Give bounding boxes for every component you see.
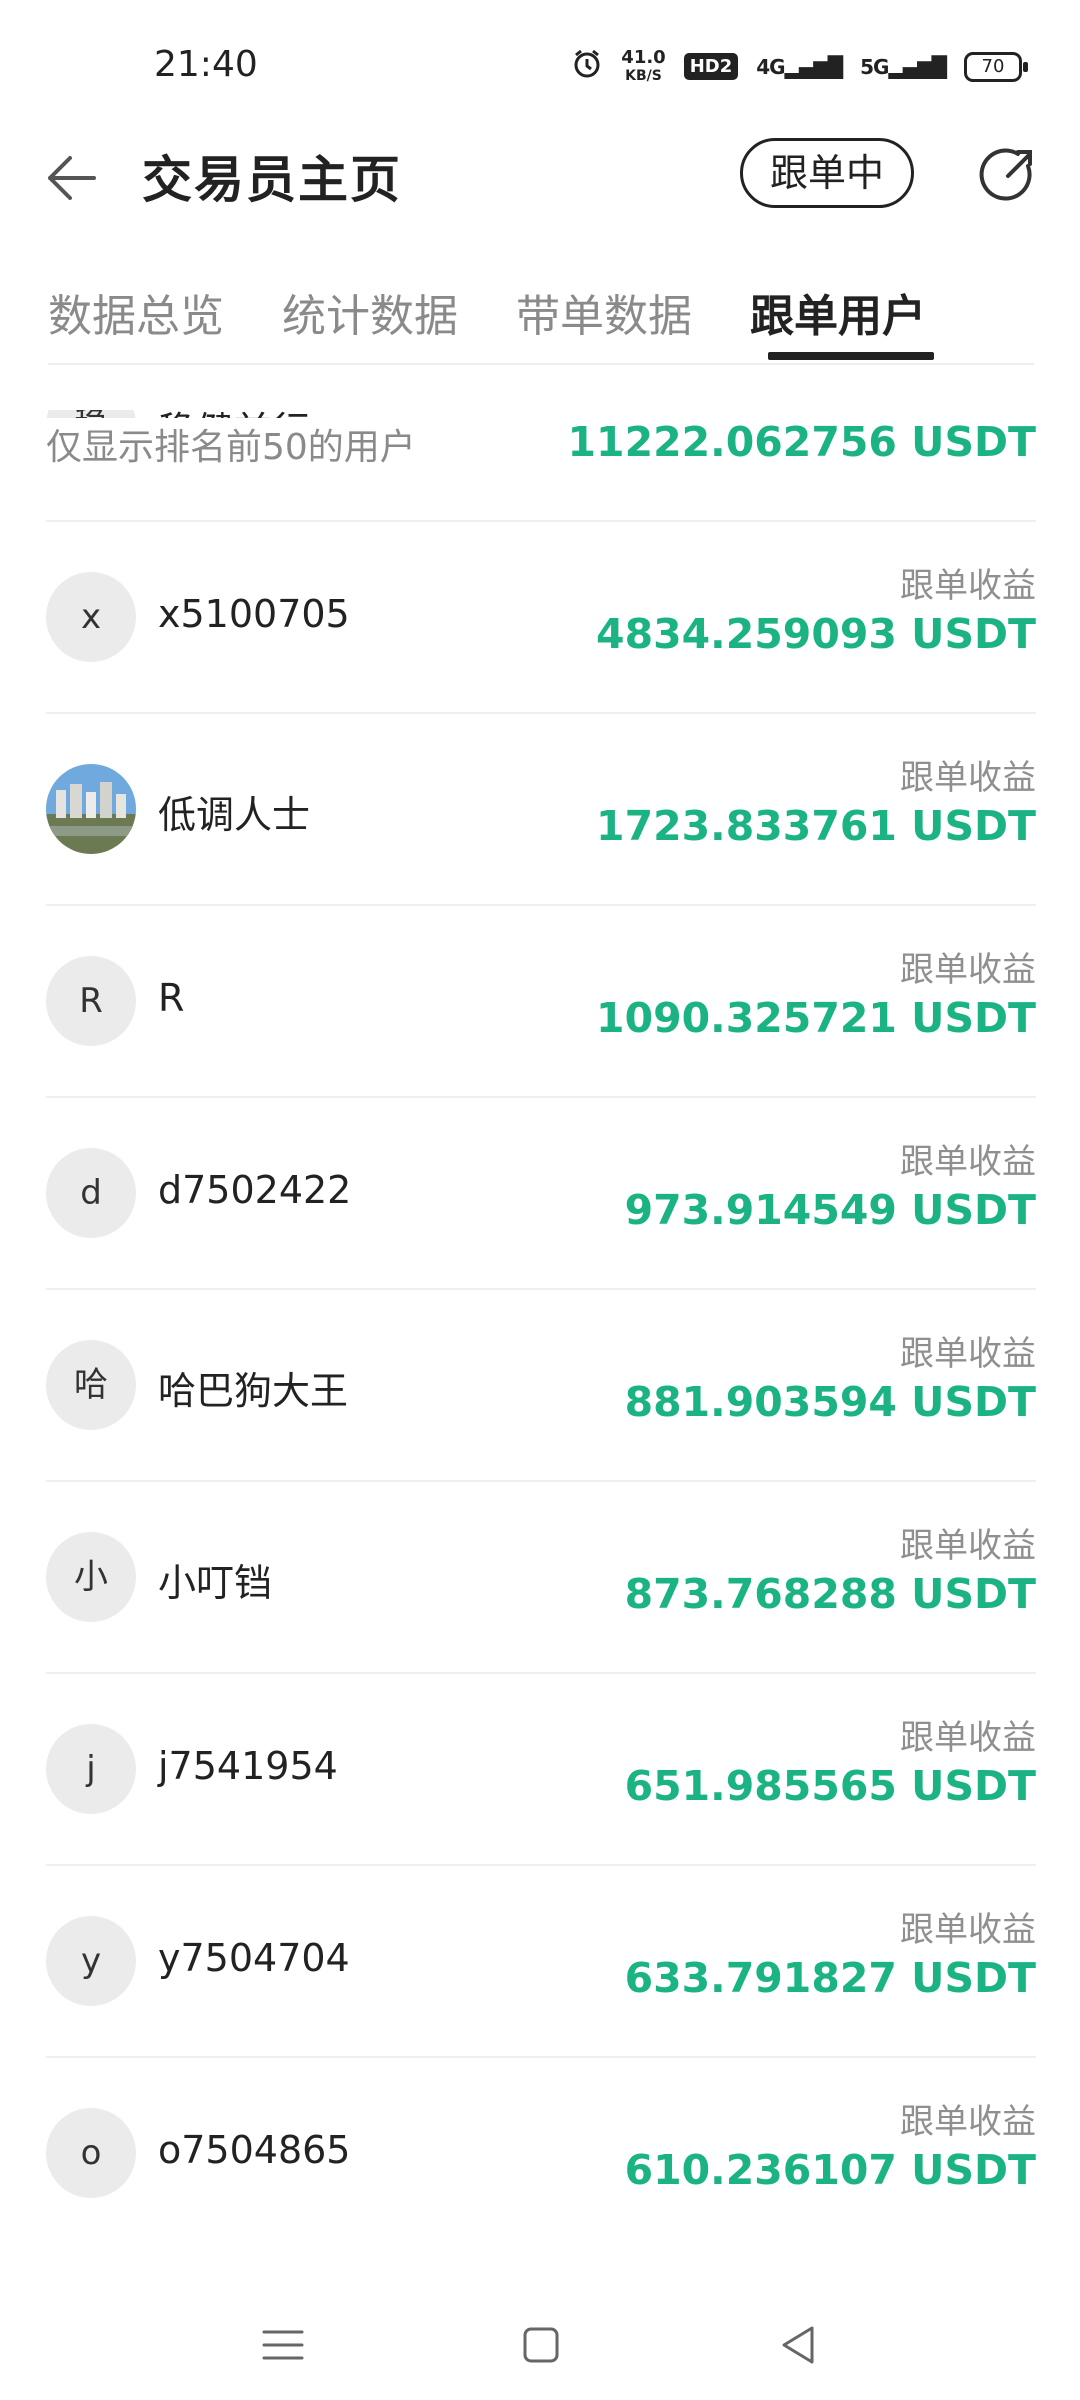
net-speed: 41.0 KB/S — [621, 46, 666, 84]
follower-list[interactable]: 稳 稳健前行 跟单收益 11222.062756 USDT x x5100705… — [0, 410, 1080, 2290]
earnings-label: 跟单收益 — [900, 410, 1036, 415]
earnings-label: 跟单收益 — [900, 1910, 1036, 1950]
user-name: R — [158, 976, 185, 1020]
list-note: 仅显示排名前50的用户 — [46, 418, 416, 470]
tab-lead-data[interactable]: 带单数据 — [516, 280, 692, 344]
list-item[interactable]: o o7504865 跟单收益 610.236107 USDT — [46, 2058, 1036, 2250]
back-nav-button[interactable] — [774, 2320, 824, 2370]
earnings-label: 跟单收益 — [900, 758, 1036, 798]
earnings-amount: 633.791827 USDT — [624, 1954, 1036, 2002]
tab-bar: 数据总览 统计数据 带单数据 跟单用户 — [0, 270, 1080, 366]
list-item[interactable]: x x5100705 跟单收益 4834.259093 USDT — [46, 522, 1036, 714]
tab-followers[interactable]: 跟单用户 — [750, 280, 926, 344]
page-title: 交易员主页 — [142, 151, 402, 209]
menu-icon — [262, 2330, 304, 2360]
share-button[interactable] — [978, 144, 1040, 206]
earnings-amount: 1090.325721 USDT — [596, 994, 1036, 1042]
avatar: j — [46, 1724, 136, 1814]
user-name: 低调人士 — [158, 793, 311, 837]
user-name: j7541954 — [158, 1744, 338, 1788]
status-time: 21:40 — [154, 44, 258, 85]
signal-4g-icon: 4G▂▄▆█ — [756, 54, 843, 79]
tab-data-overview[interactable]: 数据总览 — [48, 280, 224, 344]
avatar: d — [46, 1148, 136, 1238]
earnings-amount: 651.985565 USDT — [624, 1762, 1036, 1810]
battery-icon: 70 — [964, 51, 1028, 82]
alarm-icon — [571, 48, 603, 85]
share-icon — [979, 148, 1032, 201]
avatar-photo — [46, 764, 136, 854]
arrow-left-icon — [48, 156, 96, 200]
avatar: y — [46, 1916, 136, 2006]
divider — [48, 363, 1034, 365]
hd-icon: HD2 — [683, 53, 739, 80]
user-name: x5100705 — [158, 592, 350, 636]
avatar: o — [46, 2108, 136, 2198]
earnings-label: 跟单收益 — [900, 1718, 1036, 1758]
earnings-amount: 1723.833761 USDT — [596, 802, 1036, 850]
avatar: R — [46, 956, 136, 1046]
earnings-label: 跟单收益 — [900, 2102, 1036, 2142]
earnings-amount: 881.903594 USDT — [624, 1378, 1036, 1426]
status-bar: 21:40 41.0 KB/S HD2 4G▂▄▆█ 5G▂▄▆█ 70 — [0, 0, 1080, 140]
back-triangle-icon — [782, 2326, 814, 2364]
list-item[interactable]: j j7541954 跟单收益 651.985565 USDT — [46, 1674, 1036, 1866]
user-name: o7504865 — [158, 2128, 351, 2172]
earnings-label: 跟单收益 — [900, 950, 1036, 990]
list-item[interactable]: y y7504704 跟单收益 633.791827 USDT — [46, 1866, 1036, 2058]
list-item[interactable]: 低调人士 跟单收益 1723.833761 USDT — [46, 714, 1036, 906]
home-button[interactable] — [516, 2320, 566, 2370]
earnings-label: 跟单收益 — [900, 566, 1036, 606]
earnings-label: 跟单收益 — [900, 1142, 1036, 1182]
tab-statistics[interactable]: 统计数据 — [282, 280, 458, 344]
earnings-amount: 873.768288 USDT — [624, 1570, 1036, 1618]
avatar: 小 — [46, 1532, 136, 1622]
signal-5g-icon: 5G▂▄▆█ — [860, 54, 947, 79]
earnings-label: 跟单收益 — [900, 1334, 1036, 1374]
status-icons: 41.0 KB/S HD2 4G▂▄▆█ 5G▂▄▆█ 70 — [571, 46, 1028, 85]
earnings-amount: 4834.259093 USDT — [596, 610, 1036, 658]
tab-active-indicator — [768, 352, 934, 360]
user-name: y7504704 — [158, 1936, 350, 1980]
home-icon — [523, 2327, 559, 2363]
list-item[interactable]: 小 小叮铛 跟单收益 873.768288 USDT — [46, 1482, 1036, 1674]
system-nav-bar — [0, 2290, 1080, 2400]
earnings-amount: 11222.062756 USDT — [567, 418, 1036, 466]
user-name: 哈巴狗大王 — [158, 1369, 349, 1413]
earnings-amount: 610.236107 USDT — [624, 2146, 1036, 2194]
avatar: 哈 — [46, 1340, 136, 1430]
user-name: d7502422 — [158, 1168, 352, 1212]
list-item[interactable]: d d7502422 跟单收益 973.914549 USDT — [46, 1098, 1036, 1290]
back-button[interactable] — [42, 148, 102, 208]
user-name: 小叮铛 — [158, 1561, 273, 1605]
list-item[interactable]: 哈 哈巴狗大王 跟单收益 881.903594 USDT — [46, 1290, 1036, 1482]
following-status-button[interactable]: 跟单中 — [740, 138, 914, 208]
earnings-label: 跟单收益 — [900, 1526, 1036, 1566]
avatar: x — [46, 572, 136, 662]
menu-button[interactable] — [258, 2320, 308, 2370]
list-item[interactable]: R R 跟单收益 1090.325721 USDT — [46, 906, 1036, 1098]
earnings-amount: 973.914549 USDT — [624, 1186, 1036, 1234]
